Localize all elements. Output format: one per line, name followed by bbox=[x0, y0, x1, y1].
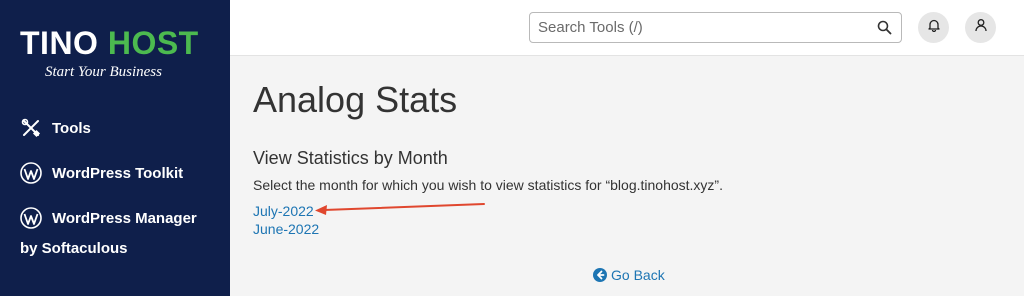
sidebar-item-label: WordPress Manager bbox=[52, 209, 197, 227]
logo-text-tino: TINO bbox=[20, 25, 99, 61]
page-title: Analog Stats bbox=[253, 79, 458, 120]
sidebar-item-sublabel: by Softaculous bbox=[20, 240, 128, 257]
month-link-july-2022[interactable]: July-2022 bbox=[253, 203, 314, 219]
user-menu-button[interactable] bbox=[965, 12, 996, 43]
search-box[interactable] bbox=[529, 12, 902, 43]
logo-text-host: HOST bbox=[107, 25, 199, 61]
sidebar: TINO HOST Start Your Business Tools Word… bbox=[0, 0, 230, 296]
top-bar bbox=[230, 0, 1024, 56]
wordpress-icon bbox=[20, 162, 42, 184]
tools-icon bbox=[20, 117, 42, 139]
sidebar-item-wordpress-toolkit[interactable]: WordPress Toolkit bbox=[20, 162, 183, 184]
main-content: Analog Stats View Statistics by Month Se… bbox=[230, 57, 1024, 296]
arrow-left-circle-icon bbox=[593, 268, 607, 282]
sidebar-item-label: WordPress Toolkit bbox=[52, 164, 184, 182]
sidebar-item-label: Tools bbox=[52, 119, 91, 137]
logo-tagline: Start Your Business bbox=[45, 64, 162, 80]
sidebar-item-wordpress-manager[interactable]: WordPress Manager bbox=[20, 207, 197, 229]
month-link-june-2022[interactable]: June-2022 bbox=[253, 221, 319, 237]
description: Select the month for which you wish to v… bbox=[253, 177, 723, 193]
bell-icon bbox=[927, 18, 941, 37]
search-icon[interactable] bbox=[875, 19, 893, 37]
logo[interactable]: TINO HOST Start Your Business bbox=[20, 26, 210, 81]
annotation-arrow bbox=[315, 203, 485, 215]
user-icon bbox=[974, 18, 988, 37]
sidebar-item-tools[interactable]: Tools bbox=[20, 117, 91, 139]
notifications-button[interactable] bbox=[918, 12, 949, 43]
go-back-link[interactable]: Go Back bbox=[593, 267, 665, 283]
wordpress-icon bbox=[20, 207, 42, 229]
go-back-label: Go Back bbox=[611, 267, 665, 283]
section-title: View Statistics by Month bbox=[253, 148, 448, 168]
search-input[interactable] bbox=[538, 19, 875, 36]
